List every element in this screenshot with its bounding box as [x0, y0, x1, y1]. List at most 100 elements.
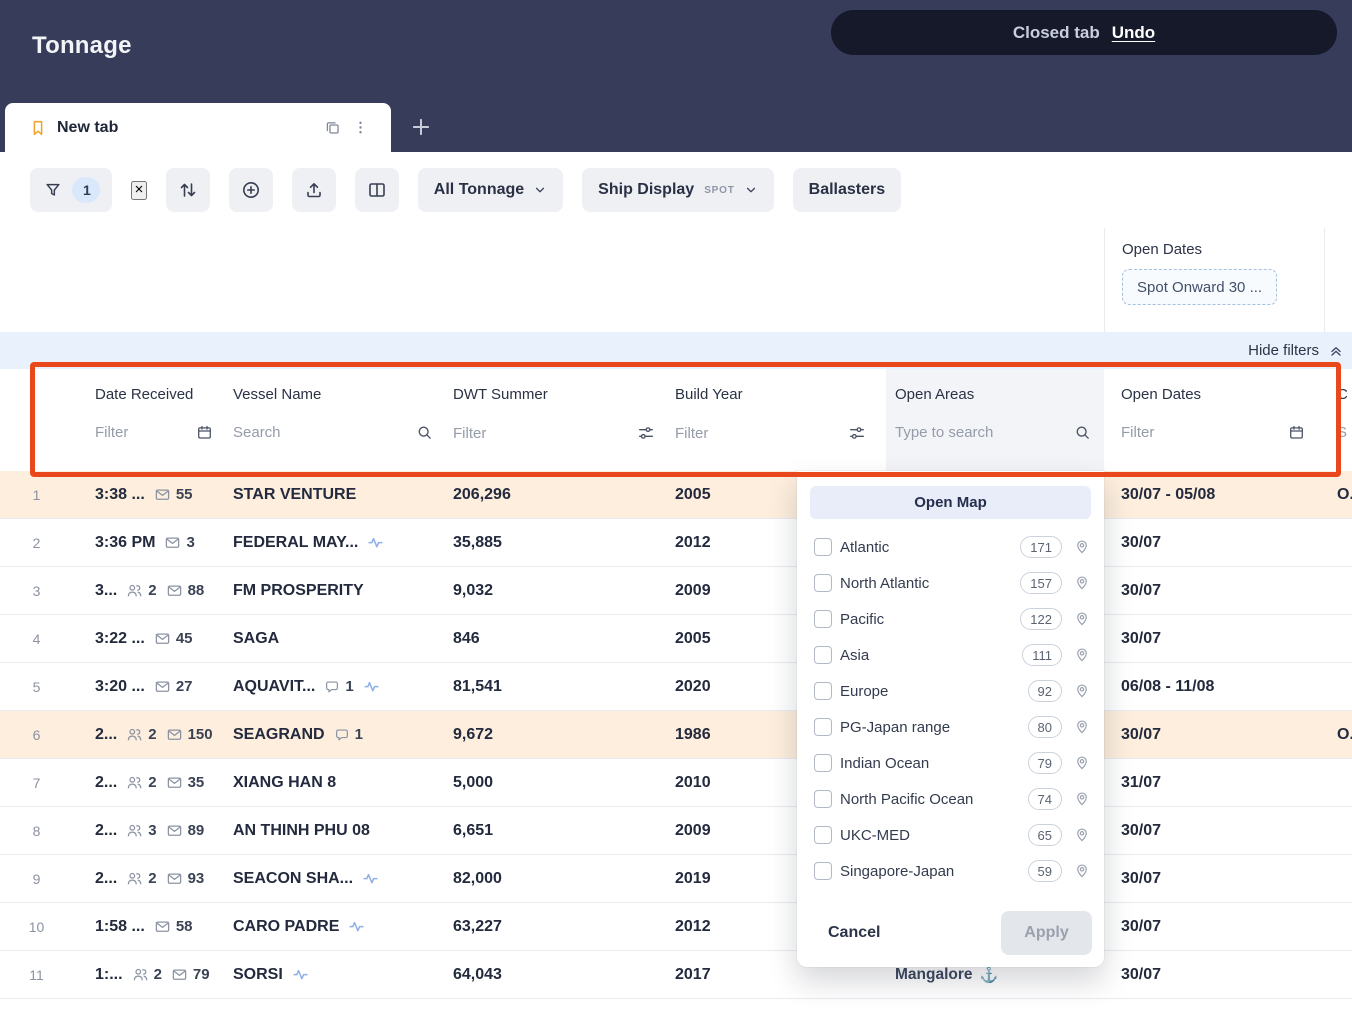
ballasters-button[interactable]: Ballasters	[793, 168, 902, 212]
location-pin-icon[interactable]	[1074, 611, 1090, 627]
clipped-column-filter[interactable]: S	[1325, 424, 1352, 441]
area-checkbox[interactable]	[814, 610, 832, 628]
vessel-name: CARO PADRE	[233, 918, 339, 936]
area-checkbox[interactable]	[814, 718, 832, 736]
location-pin-icon[interactable]	[1074, 755, 1090, 771]
area-checkbox[interactable]	[814, 790, 832, 808]
open-area-option[interactable]: Europe 92	[797, 673, 1104, 709]
dwt-summer: 846	[453, 630, 480, 648]
table-row[interactable]: 7 2... 2 35 XIANG HAN 8 5,000 2010	[0, 759, 1352, 807]
filter-button[interactable]: 1	[30, 168, 112, 212]
calendar-icon	[196, 424, 213, 441]
add-tab-button[interactable]	[399, 105, 443, 149]
open-area-option[interactable]: Singapore-Japan 59	[797, 853, 1104, 889]
export-button[interactable]	[292, 168, 336, 212]
open-area-option[interactable]: Asia 111	[797, 637, 1104, 673]
open-areas-search[interactable]: Type to search	[886, 424, 1104, 441]
table-row[interactable]: 4 3:22 ... 45 SAGA 846 2005	[0, 615, 1352, 663]
open-map-button[interactable]: Open Map	[810, 486, 1091, 519]
area-checkbox[interactable]	[814, 682, 832, 700]
area-checkbox[interactable]	[814, 574, 832, 592]
toolbar: 1 All Tonnage Ship Display SPOT Ballaste…	[0, 152, 1352, 228]
open-area-option[interactable]: PG-Japan range 80	[797, 709, 1104, 745]
emails-count: 27	[154, 678, 193, 695]
column-title: Open Areas	[886, 386, 1104, 403]
table-row[interactable]: 3 3... 2 88 FM PROSPERITY 9,032 2009	[0, 567, 1352, 615]
column-title: DWT Summer	[453, 386, 675, 403]
header-cell-clipped: C S	[1325, 369, 1352, 471]
date-received-filter[interactable]: Filter	[95, 424, 233, 441]
open-area-option[interactable]: North Atlantic 157	[797, 565, 1104, 601]
table-row[interactable]: 6 2... 2 150 SEAGRAND 1 9,672 1986	[0, 711, 1352, 759]
location-pin-icon[interactable]	[1074, 539, 1090, 555]
dwt-summer: 9,032	[453, 582, 493, 600]
area-checkbox[interactable]	[814, 754, 832, 772]
location-pin-icon[interactable]	[1074, 827, 1090, 843]
columns-button[interactable]	[355, 168, 399, 212]
area-checkbox[interactable]	[814, 862, 832, 880]
open-area-option[interactable]: Pacific 122	[797, 601, 1104, 637]
people-icon	[132, 966, 149, 983]
mail-icon	[154, 630, 171, 647]
location-pin-icon[interactable]	[1074, 575, 1090, 591]
tab-menu-icon[interactable]	[352, 119, 369, 136]
build-year: 2012	[675, 918, 711, 936]
recipients-count: 2	[132, 966, 162, 983]
dwt-summer-filter[interactable]: Filter	[453, 424, 675, 442]
dwt-summer: 81,541	[453, 678, 502, 696]
build-year: 2005	[675, 486, 711, 504]
location-pin-icon[interactable]	[1074, 683, 1090, 699]
comments-count: 1	[324, 678, 353, 695]
filter-placeholder: Search	[233, 424, 281, 441]
open-dates-filter-chip[interactable]: Spot Onward 30 ...	[1122, 269, 1277, 305]
mail-icon	[166, 870, 183, 887]
dwt-summer: 6,651	[453, 822, 493, 840]
toast-message: Closed tab	[1013, 23, 1100, 43]
sort-button[interactable]	[166, 168, 210, 212]
vessel-name-search[interactable]: Search	[233, 424, 453, 441]
emails-count: 58	[154, 918, 193, 935]
duplicate-tab-icon[interactable]	[324, 119, 341, 136]
tonnage-select[interactable]: All Tonnage	[418, 168, 563, 212]
area-checkbox[interactable]	[814, 646, 832, 664]
date-received: 3:22 ...	[95, 630, 145, 648]
dwt-summer: 82,000	[453, 870, 502, 888]
table-row[interactable]: 10 1:58 ... 58 CARO PADRE 63,227 2012	[0, 903, 1352, 951]
add-vessel-button[interactable]	[229, 168, 273, 212]
open-area-option[interactable]: Indian Ocean 79	[797, 745, 1104, 781]
open-area-option[interactable]: Atlantic 171	[797, 529, 1104, 565]
location-pin-icon[interactable]	[1074, 791, 1090, 807]
location-pin-icon[interactable]	[1074, 719, 1090, 735]
app-header: Tonnage Closed tab Undo New tab	[0, 0, 1352, 152]
area-checkbox[interactable]	[814, 826, 832, 844]
table-row[interactable]: 1:4... ... ... ... ⚓	[0, 999, 1352, 1016]
ship-display-select[interactable]: Ship Display SPOT	[582, 168, 773, 212]
location-pin-icon[interactable]	[1074, 863, 1090, 879]
vessel-name: SAGA	[233, 630, 279, 648]
area-checkbox[interactable]	[814, 538, 832, 556]
table-row[interactable]: 11 1:... 2 79 SORSI 64,043 2017 Man	[0, 951, 1352, 999]
column-title: C	[1325, 386, 1352, 403]
open-dates-filter[interactable]: Filter	[1104, 424, 1325, 441]
undo-button[interactable]: Undo	[1112, 23, 1155, 43]
table-row[interactable]: 5 3:20 ... 27 AQUAVIT... 1 81,541 2020	[0, 663, 1352, 711]
hide-filters-bar[interactable]: Hide filters	[0, 332, 1352, 369]
build-year-filter[interactable]: Filter	[675, 424, 886, 442]
activity-icon	[292, 966, 309, 983]
table-row[interactable]: 2 3:36 PM 3 FEDERAL MAY... 35,885 2012	[0, 519, 1352, 567]
table-row[interactable]: 8 2... 3 89 AN THINH PHU 08 6,651 2009	[0, 807, 1352, 855]
clear-filters-icon[interactable]	[131, 181, 147, 200]
apply-button[interactable]: Apply	[1001, 911, 1092, 955]
table-row[interactable]: 9 2... 2 93 SEACON SHA... 82,000 2019	[0, 855, 1352, 903]
mail-icon	[154, 678, 171, 695]
open-area-option[interactable]: North Pacific Ocean 74	[797, 781, 1104, 817]
location-pin-icon[interactable]	[1074, 647, 1090, 663]
open-area-option[interactable]: UKC-MED 65	[797, 817, 1104, 853]
cancel-button[interactable]: Cancel	[809, 924, 880, 942]
dropdown-footer: Cancel Apply	[797, 911, 1104, 955]
table-row[interactable]: 1 3:38 ... 55 STAR VENTURE 206,296 2005	[0, 471, 1352, 519]
row-number: 5	[33, 679, 41, 695]
tonnage-select-label: All Tonnage	[434, 181, 524, 199]
activity-icon	[362, 870, 379, 887]
tab-new-tab[interactable]: New tab	[5, 103, 391, 152]
